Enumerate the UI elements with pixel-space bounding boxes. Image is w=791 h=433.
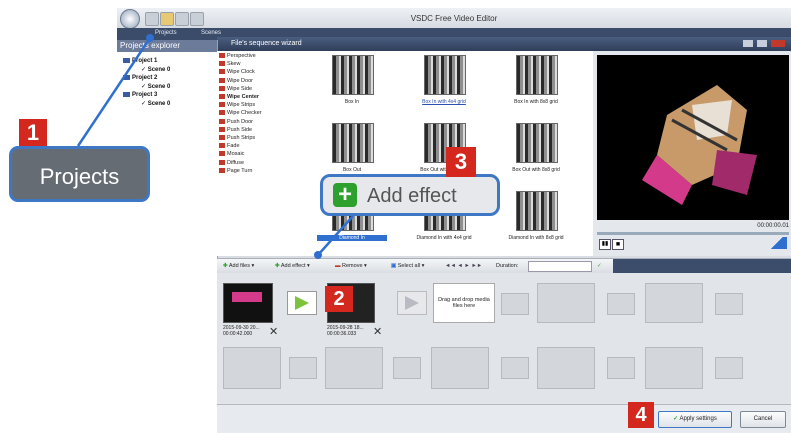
callout-lines [76,34,354,259]
step-badge-2: 2 [325,286,353,312]
step-badge-1: 1 [19,119,47,147]
step-badge-4: 4 [628,402,654,428]
add-effect-callout: + Add effect [320,174,500,216]
step-badge-3: 3 [446,147,476,177]
projects-callout-text: Projects [39,164,120,189]
big-plus-icon: + [333,183,357,207]
add-effect-callout-text: Add effect [367,185,457,207]
projects-callout: Projects [9,146,150,202]
